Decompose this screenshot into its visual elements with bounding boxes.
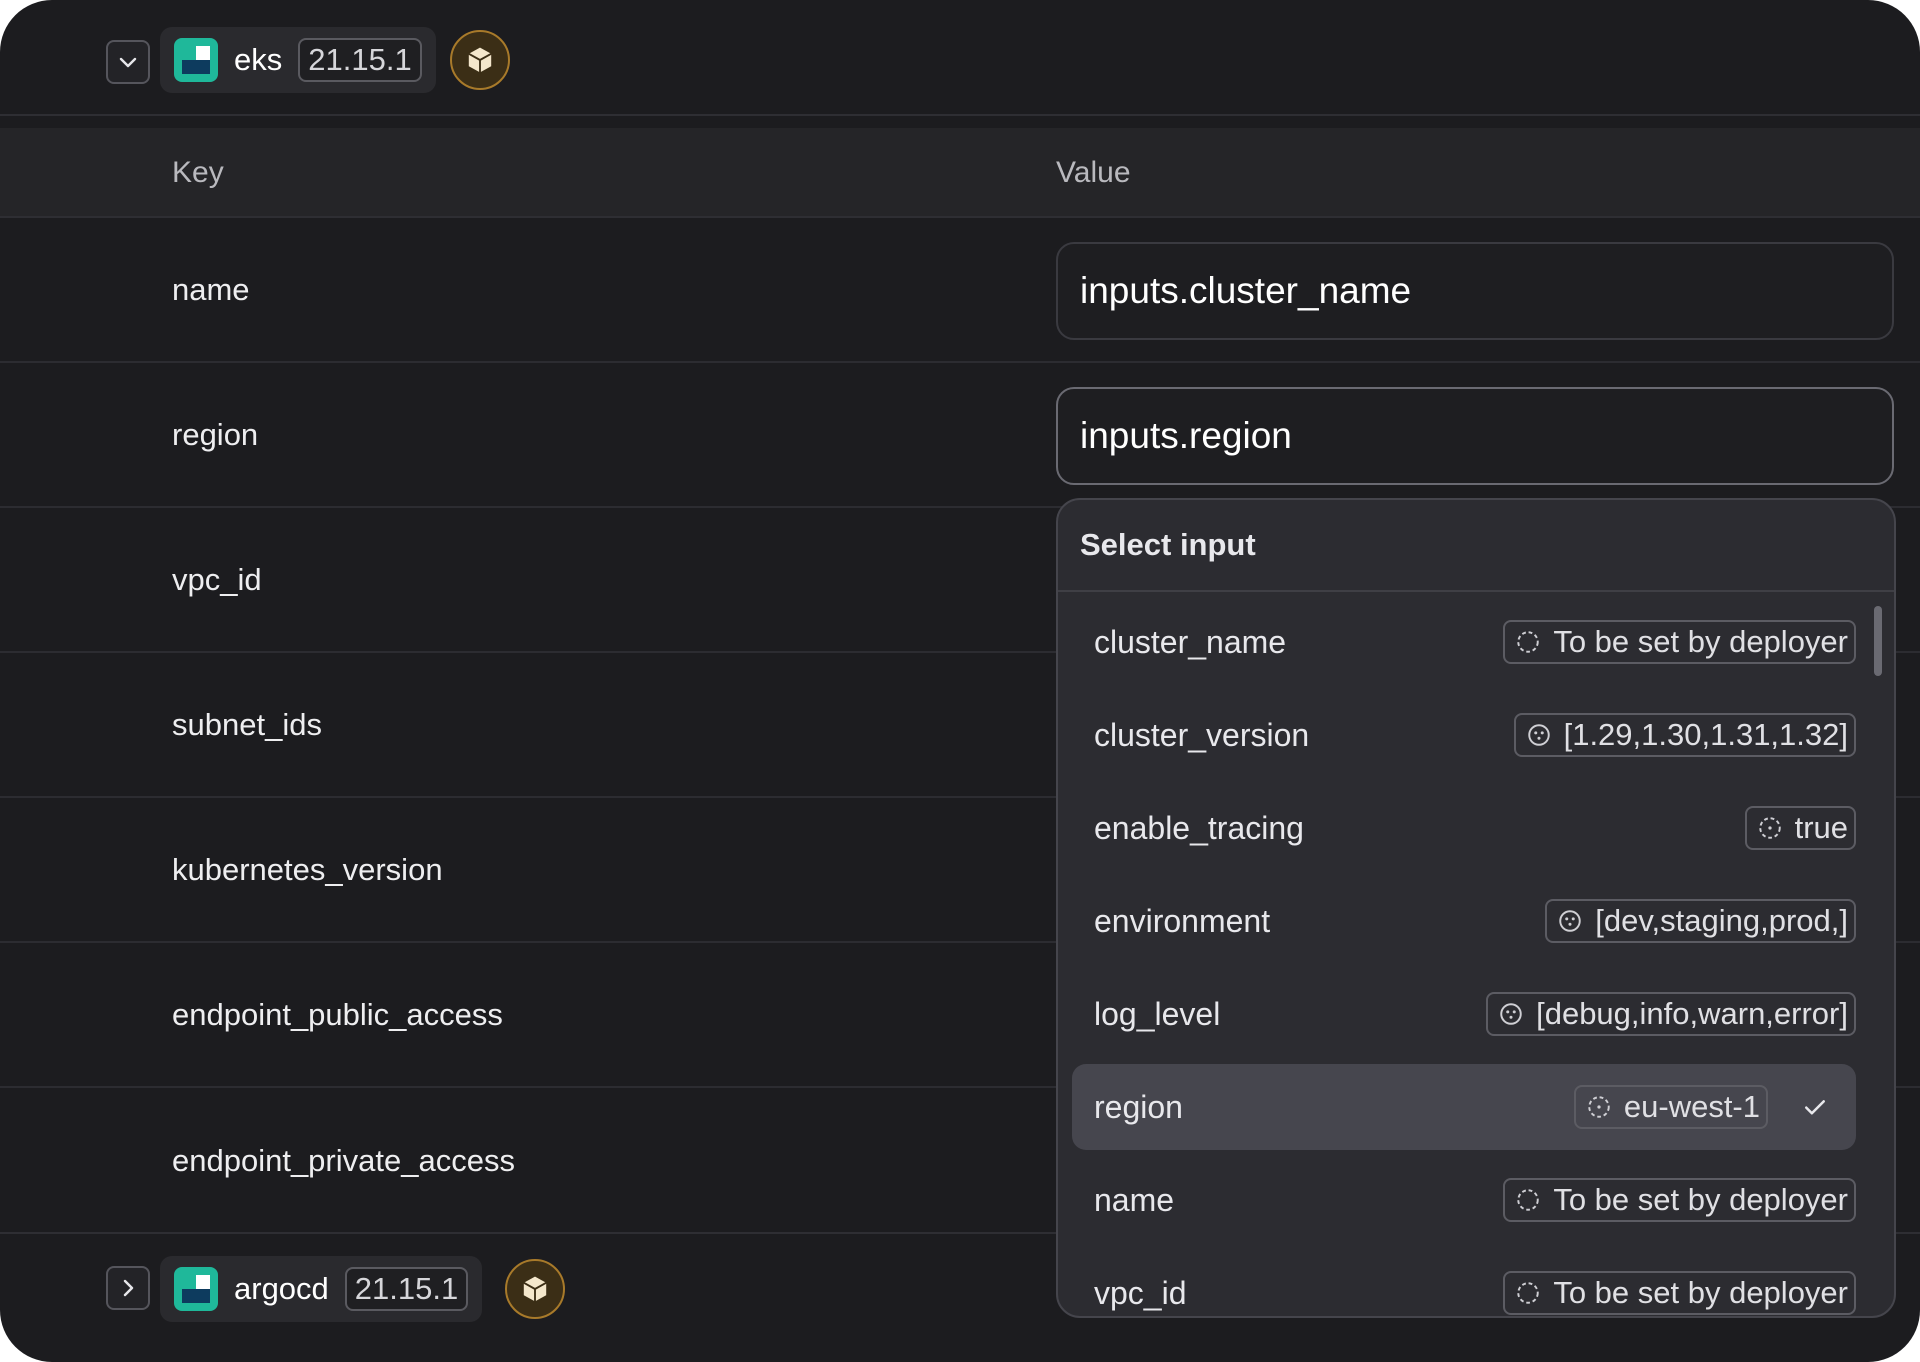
option-name: cluster_name — [1094, 623, 1287, 660]
option-name: enable_tracing — [1094, 809, 1304, 846]
option-default-badge: eu-west-1 — [1573, 1085, 1768, 1129]
option-cluster-name[interactable]: cluster_name To be set by deployer — [1072, 599, 1856, 685]
option-badge-text: [debug,info,warn,error] — [1536, 996, 1848, 1031]
dropdown-title: Select input — [1058, 500, 1894, 592]
options-circle-icon — [1559, 910, 1581, 932]
dashed-circle-icon — [1517, 1189, 1540, 1211]
option-name: environment — [1094, 902, 1271, 939]
option-region-selected[interactable]: region eu-west-1 — [1072, 1064, 1856, 1150]
value-input-active[interactable]: inputs.region — [1056, 387, 1894, 485]
table-row: name inputs.cluster_name — [0, 218, 1920, 363]
module-name: eks — [234, 42, 283, 77]
package-icon — [467, 45, 493, 75]
row-key: kubernetes_version — [172, 851, 443, 887]
dashed-circle-icon — [1517, 631, 1540, 653]
row-key: endpoint_public_access — [172, 996, 503, 1032]
option-name: cluster_version — [1094, 716, 1310, 753]
option-vpc-id[interactable]: vpc_id To be set by deployer — [1072, 1250, 1856, 1316]
dotted-circle-icon — [1588, 1096, 1610, 1118]
option-name: vpc_id — [1094, 1274, 1187, 1311]
app-window: eks 21.15.1 Key Value name inputs.cluste… — [0, 0, 1920, 1362]
option-badge-text: [dev,staging,prod,] — [1595, 903, 1848, 938]
option-badge-text: eu-west-1 — [1623, 1089, 1760, 1124]
collapse-button[interactable] — [106, 40, 150, 84]
module-name: argocd — [234, 1271, 329, 1306]
option-default-badge: [debug,info,warn,error] — [1486, 992, 1856, 1036]
dotted-circle-icon — [1758, 817, 1781, 839]
value-column-header: Value — [1056, 156, 1131, 189]
module-header-eks: eks 21.15.1 — [0, 0, 1920, 116]
expand-button[interactable] — [106, 1266, 150, 1310]
option-name-input[interactable]: name To be set by deployer — [1072, 1157, 1856, 1243]
module-chip-argocd[interactable]: argocd 21.15.1 — [160, 1256, 483, 1322]
option-log-level[interactable]: log_level [debug,info,warn,error] — [1072, 971, 1856, 1057]
select-input-dropdown: Select input cluster_name To be set by d… — [1056, 498, 1896, 1318]
option-cluster-version[interactable]: cluster_version [1.29,1.30,1.31,1.32] — [1072, 692, 1856, 778]
option-default-badge: To be set by deployer — [1503, 1271, 1856, 1315]
row-key: name — [172, 271, 250, 307]
row-key: region — [172, 416, 259, 452]
option-name: log_level — [1094, 995, 1221, 1032]
option-badge-text: To be set by deployer — [1553, 1182, 1848, 1217]
option-default-badge: To be set by deployer — [1503, 620, 1856, 664]
module-logo-icon — [174, 1267, 218, 1311]
option-name: region — [1094, 1088, 1183, 1125]
option-name: name — [1094, 1181, 1175, 1218]
option-default-badge: To be set by deployer — [1503, 1178, 1856, 1222]
option-default-badge: [dev,staging,prod,] — [1545, 899, 1856, 943]
option-badge-text: [1.29,1.30,1.31,1.32] — [1563, 717, 1848, 752]
row-key: vpc_id — [172, 561, 262, 597]
option-default-badge: [1.29,1.30,1.31,1.32] — [1513, 713, 1856, 757]
table-row: region inputs.region — [0, 363, 1920, 508]
options-circle-icon — [1500, 1003, 1522, 1025]
check-icon — [1805, 1100, 1825, 1115]
option-badge-text: To be set by deployer — [1553, 624, 1848, 659]
package-icon — [522, 1274, 548, 1304]
row-key: subnet_ids — [172, 706, 322, 742]
module-logo-icon — [174, 38, 218, 82]
option-badge-text: To be set by deployer — [1553, 1275, 1848, 1310]
key-column-header: Key — [172, 156, 224, 189]
module-version: 21.15.1 — [344, 1267, 469, 1311]
row-key: endpoint_private_access — [172, 1142, 515, 1178]
module-chip-eks[interactable]: eks 21.15.1 — [160, 27, 436, 93]
value-input[interactable]: inputs.cluster_name — [1056, 242, 1894, 340]
dropdown-options-list: cluster_name To be set by deployer clust… — [1058, 594, 1894, 1316]
options-circle-icon — [1527, 724, 1550, 746]
dashed-circle-icon — [1517, 1282, 1540, 1304]
module-version: 21.15.1 — [298, 38, 422, 82]
option-badge-text: true — [1794, 810, 1848, 845]
table-header: Key Value — [0, 128, 1920, 218]
option-default-badge: true — [1744, 806, 1856, 850]
package-button[interactable] — [450, 30, 510, 90]
chevron-down-icon — [119, 57, 137, 68]
package-button[interactable] — [505, 1259, 565, 1319]
option-environment[interactable]: environment [dev,staging,prod,] — [1072, 878, 1856, 964]
option-enable-tracing[interactable]: enable_tracing true — [1072, 785, 1856, 871]
chevron-right-icon — [123, 1279, 134, 1297]
